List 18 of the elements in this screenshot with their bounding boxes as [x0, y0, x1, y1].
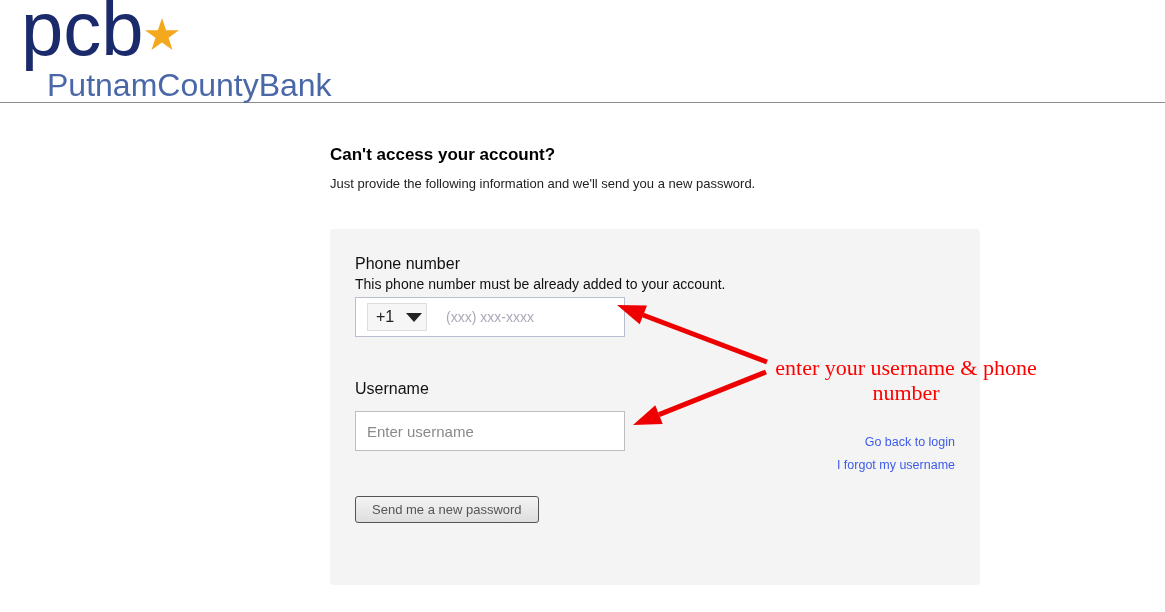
arrow-icon [615, 303, 770, 365]
username-field[interactable]: Enter username [355, 411, 625, 451]
back-to-login-link[interactable]: Go back to login [864, 434, 955, 450]
country-code-select[interactable]: +1 [367, 303, 427, 331]
arrow-icon [631, 368, 770, 428]
field-hint: This phone number must be already added to your account. [355, 276, 726, 292]
field-label: Username [355, 379, 429, 399]
caret-icon [406, 312, 423, 322]
logo-monogram: pcb [21, 0, 144, 72]
logo-wordmark: PutnamCountyBank [47, 72, 332, 102]
page-title: Can't access your account? [330, 144, 557, 166]
star-icon [144, 18, 179, 50]
annotation-text: enter your username & phone number [774, 355, 1038, 405]
forgot-username-link[interactable]: I forgot my username [836, 457, 955, 473]
page-subtitle: Just provide the following information and we'll send you a new password. [330, 175, 757, 193]
phone-field[interactable]: +1 (xxx) xxx-xxxx [355, 297, 625, 337]
send-password-button[interactable]: Send me a new password [355, 496, 539, 523]
field-label: Phone number [355, 254, 460, 274]
